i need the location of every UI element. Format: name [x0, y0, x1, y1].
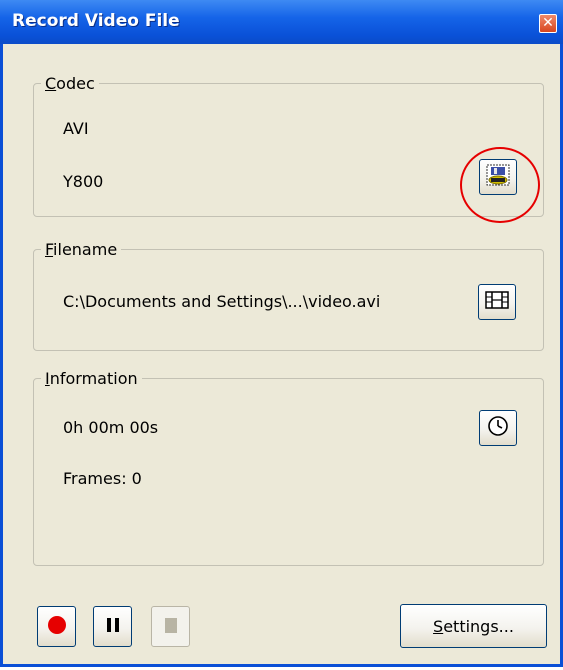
information-group: Information [33, 369, 544, 566]
information-legend: Information [45, 369, 138, 388]
record-icon [46, 614, 68, 640]
clock-icon [486, 414, 510, 442]
record-video-dialog: Record Video File ✕ Codec AVI Y800 Filen… [0, 0, 563, 667]
codec-properties-button[interactable] [479, 159, 517, 195]
close-icon: ✕ [542, 15, 554, 31]
stop-button[interactable] [151, 606, 190, 647]
pause-button[interactable] [93, 606, 132, 647]
codec-properties-icon [485, 163, 511, 191]
codec-group: Codec [33, 74, 544, 217]
settings-label: Settings... [433, 616, 514, 636]
stop-icon [161, 615, 181, 639]
title-bar[interactable]: Record Video File ✕ [0, 0, 563, 44]
frame-count: Frames: 0 [63, 469, 142, 488]
codec-fourcc: Y800 [63, 172, 104, 191]
film-browse-icon [484, 289, 510, 315]
record-button[interactable] [37, 606, 76, 647]
window-title: Record Video File [12, 11, 180, 31]
browse-file-button[interactable] [478, 284, 516, 320]
pause-icon [103, 615, 123, 639]
codec-legend: Codec [45, 74, 95, 93]
filename-legend: Filename [45, 240, 118, 259]
filename-path: C:\Documents and Settings\...\video.avi [63, 292, 381, 311]
timer-button[interactable] [479, 410, 517, 446]
close-button[interactable]: ✕ [539, 14, 557, 33]
elapsed-time: 0h 00m 00s [63, 418, 159, 437]
codec-format: AVI [63, 119, 89, 138]
settings-button[interactable]: Settings... [400, 604, 547, 648]
